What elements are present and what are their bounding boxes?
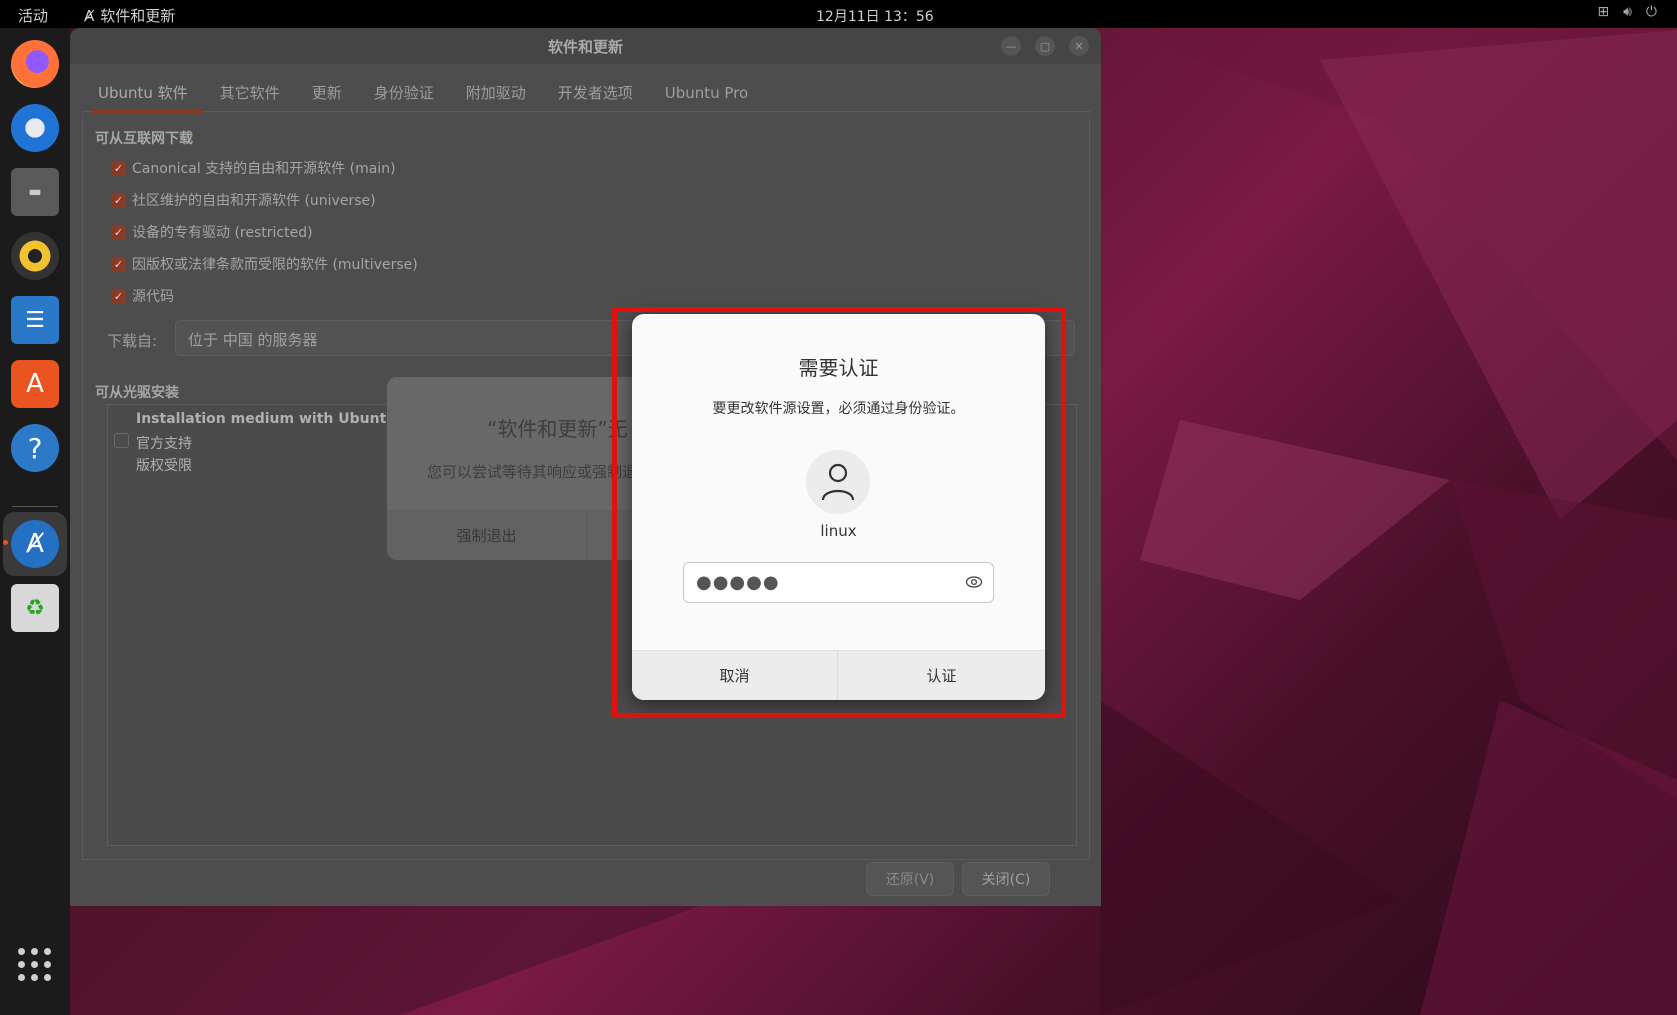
- activities-button[interactable]: 活动: [18, 5, 48, 26]
- download-server-value: 位于 中国 的服务器: [188, 331, 318, 349]
- tab-ubuntu-pro[interactable]: Ubuntu Pro: [649, 76, 764, 111]
- tab-ubuntu-software[interactable]: Ubuntu 软件: [82, 76, 204, 113]
- source-universe-row[interactable]: ✓ 社区维护的自由和开源软件 (universe): [111, 190, 376, 210]
- tab-developer-options[interactable]: 开发者选项: [542, 76, 649, 111]
- source-label: 因版权或法律条款而受限的软件 (multiverse): [132, 257, 418, 273]
- cdrom-item-title: Installation medium with Ubuntu 22: [136, 411, 421, 427]
- tab-bar: Ubuntu 软件 其它软件 更新 身份验证 附加驱动 开发者选项 Ubuntu…: [82, 76, 1090, 113]
- rhythmbox-icon[interactable]: [11, 232, 59, 280]
- dock: ▬ ☰ A ? Ⱥ ♻: [0, 28, 70, 1015]
- cdrom-section-title: 可从光驱安装: [95, 385, 179, 401]
- force-quit-button[interactable]: 强制退出: [387, 511, 587, 560]
- source-label: 社区维护的自由和开源软件 (universe): [132, 193, 376, 209]
- source-restricted-row[interactable]: ✓ 设备的专有驱动 (restricted): [111, 222, 313, 242]
- checkbox-checked-icon[interactable]: ✓: [111, 288, 126, 304]
- checkbox-checked-icon[interactable]: ✓: [111, 224, 126, 240]
- highlight-box: [612, 307, 1066, 718]
- window-titlebar[interactable]: 软件和更新 — ▢ ✕: [70, 28, 1101, 64]
- source-multiverse-row[interactable]: ✓ 因版权或法律条款而受限的软件 (multiverse): [111, 254, 418, 274]
- close-button[interactable]: 关闭(C): [962, 862, 1050, 896]
- download-from-label: 下载自:: [107, 332, 158, 350]
- files-icon[interactable]: ▬: [11, 168, 59, 216]
- source-label: 设备的专有驱动 (restricted): [132, 225, 313, 241]
- system-tray[interactable]: ⊞ 🔊︎ ⏻: [1597, 4, 1657, 20]
- window-controls: — ▢ ✕: [1001, 36, 1089, 56]
- show-apps-icon[interactable]: [18, 948, 52, 982]
- cdrom-checkbox[interactable]: [114, 433, 129, 448]
- checkbox-checked-icon[interactable]: ✓: [111, 256, 126, 272]
- tab-authentication[interactable]: 身份验证: [358, 76, 450, 111]
- app-menu[interactable]: Ⱥ 软件和更新: [84, 5, 175, 26]
- checkbox-checked-icon[interactable]: ✓: [111, 192, 126, 208]
- trash-icon[interactable]: ♻: [11, 584, 59, 632]
- dock-separator: [12, 506, 58, 507]
- clock[interactable]: 12月11日 13：56: [816, 6, 934, 26]
- running-indicator: [3, 540, 8, 545]
- power-icon: ⏻: [1645, 4, 1657, 20]
- checkbox-checked-icon[interactable]: ✓: [111, 160, 126, 176]
- revert-button[interactable]: 还原(V): [866, 862, 954, 896]
- firefox-icon[interactable]: [11, 40, 59, 88]
- cdrom-item-line: 官方支持: [136, 436, 192, 452]
- internet-section-title: 可从互联网下载: [95, 131, 193, 147]
- volume-icon: 🔊︎: [1623, 4, 1632, 20]
- source-code-row[interactable]: ✓ 源代码: [111, 286, 174, 306]
- app-center-icon[interactable]: A: [11, 360, 59, 408]
- cdrom-item-line: 版权受限: [136, 458, 192, 474]
- software-updates-icon: Ⱥ: [84, 6, 95, 25]
- network-icon: ⊞: [1597, 4, 1610, 20]
- window-title: 软件和更新: [547, 38, 623, 56]
- not-responding-title: “软件和更新”无: [487, 417, 628, 441]
- tab-other-software[interactable]: 其它软件: [204, 76, 296, 111]
- close-icon[interactable]: ✕: [1069, 36, 1089, 56]
- maximize-icon[interactable]: ▢: [1035, 36, 1055, 56]
- source-label: Canonical 支持的自由和开源软件 (main): [132, 161, 396, 177]
- minimize-icon[interactable]: —: [1001, 36, 1021, 56]
- thunderbird-icon[interactable]: [11, 104, 59, 152]
- not-responding-message: 您可以尝试等待其响应或强制退: [427, 463, 638, 481]
- tab-updates[interactable]: 更新: [296, 76, 358, 111]
- top-bar: 活动 Ⱥ 软件和更新 12月11日 13：56 ⊞ 🔊︎ ⏻: [0, 0, 1677, 28]
- app-menu-label: 软件和更新: [100, 7, 176, 25]
- writer-icon[interactable]: ☰: [11, 296, 59, 344]
- tab-additional-drivers[interactable]: 附加驱动: [450, 76, 542, 111]
- help-icon[interactable]: ?: [11, 424, 59, 472]
- source-label: 源代码: [132, 289, 174, 305]
- source-main-row[interactable]: ✓ Canonical 支持的自由和开源软件 (main): [111, 158, 396, 178]
- software-updates-dock-icon[interactable]: Ⱥ: [11, 520, 59, 568]
